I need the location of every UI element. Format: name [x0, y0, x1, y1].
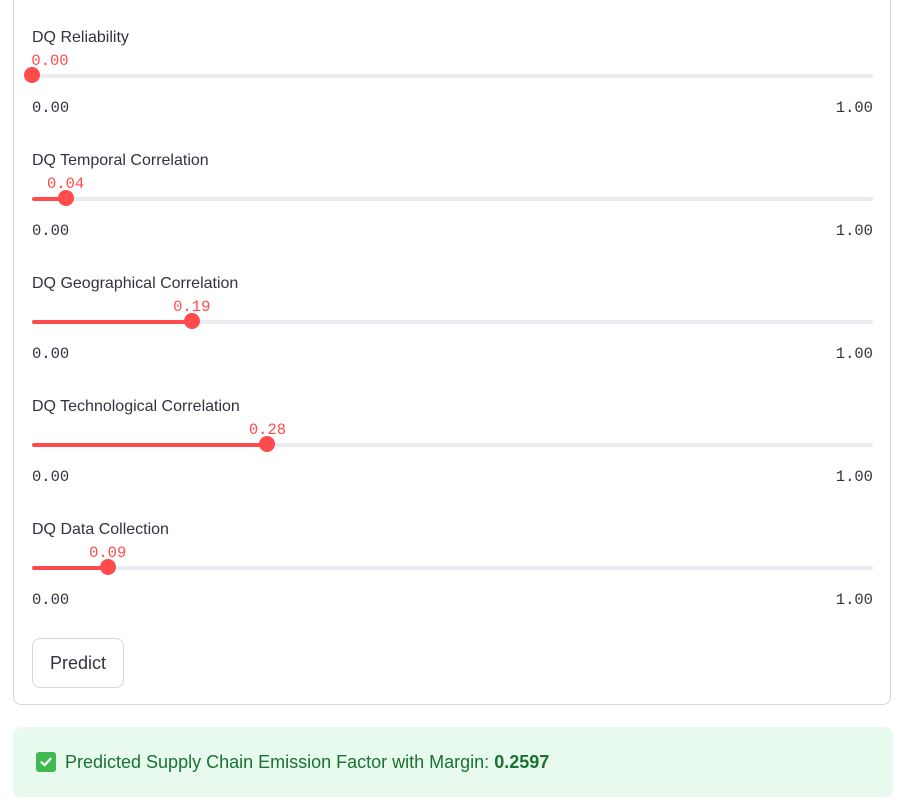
slider-label: DQ Data Collection	[32, 521, 169, 538]
slider-dq-reliability[interactable]: DQ Reliability 0.00 0.00 1.00	[24, 28, 873, 138]
slider-track[interactable]	[32, 197, 873, 201]
predict-button[interactable]: Predict	[32, 638, 124, 688]
slider-fill	[32, 320, 192, 324]
slider-label: DQ Geographical Correlation	[32, 275, 239, 292]
prediction-result-alert: Predicted Supply Chain Emission Factor w…	[13, 727, 893, 797]
slider-thumb[interactable]	[259, 436, 276, 452]
slider-max-label: 1.00	[835, 591, 873, 609]
slider-max-label: 1.00	[835, 468, 873, 486]
slider-track[interactable]	[32, 443, 873, 447]
slider-track[interactable]	[32, 566, 873, 570]
slider-max-label: 1.00	[835, 345, 873, 363]
slider-dq-temporal-correlation[interactable]: DQ Temporal Correlation 0.04 0.00 1.00	[32, 151, 873, 261]
slider-label: DQ Reliability	[32, 29, 129, 46]
slider-min-label: 0.00	[32, 222, 70, 240]
check-glyph	[40, 757, 52, 767]
slider-dq-geographical-correlation[interactable]: DQ Geographical Correlation 0.19 0.00 1.…	[32, 274, 873, 384]
slider-dq-data-collection[interactable]: DQ Data Collection 0.09 0.00 1.00	[32, 520, 873, 630]
slider-min-label: 0.00	[32, 99, 70, 117]
slider-min-label: 0.00	[32, 591, 70, 609]
slider-label: DQ Technological Correlation	[32, 398, 240, 415]
slider-thumb[interactable]	[183, 313, 200, 329]
result-label: Predicted Supply Chain Emission Factor w…	[65, 751, 490, 772]
slider-track[interactable]	[32, 320, 873, 324]
slider-dq-technological-correlation[interactable]: DQ Technological Correlation 0.28 0.00 1…	[32, 397, 873, 507]
slider-min-label: 0.00	[32, 468, 70, 486]
slider-track[interactable]	[32, 74, 873, 78]
slider-thumb[interactable]	[24, 67, 40, 83]
slider-label: DQ Temporal Correlation	[32, 152, 209, 169]
slider-fill	[32, 443, 268, 447]
slider-max-label: 1.00	[835, 222, 873, 240]
slider-max-label: 1.00	[835, 99, 873, 117]
slider-current-value: 0.00	[31, 52, 69, 70]
result-value: 0.2597	[494, 751, 550, 772]
check-mark-button-icon	[36, 752, 56, 772]
slider-thumb[interactable]	[99, 559, 116, 575]
slider-thumb[interactable]	[57, 190, 74, 206]
slider-fill	[32, 566, 108, 570]
slider-min-label: 0.00	[32, 345, 70, 363]
